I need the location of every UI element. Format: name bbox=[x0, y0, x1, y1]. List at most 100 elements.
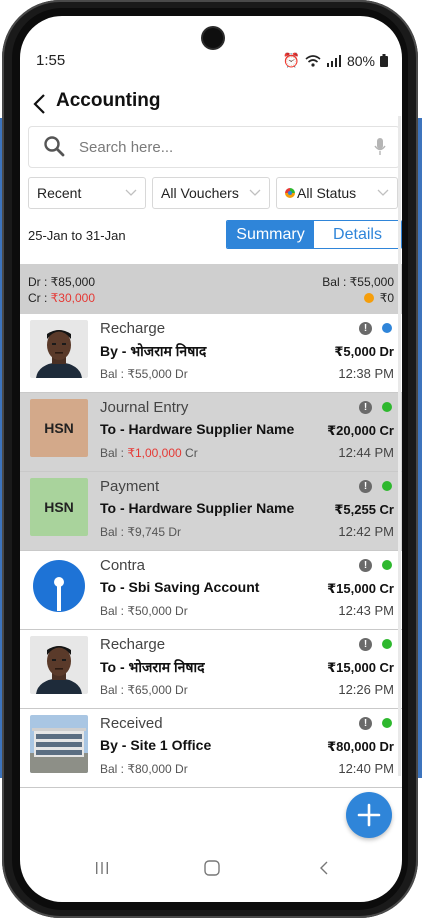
info-icon[interactable]: ! bbox=[359, 322, 372, 335]
search-bar bbox=[28, 126, 400, 168]
transaction-balance: Bal : ₹55,000 Dr bbox=[100, 367, 188, 381]
status-dot-icon bbox=[382, 560, 392, 570]
summary-debit-label: Dr : bbox=[28, 275, 51, 289]
status-dot-icon bbox=[382, 402, 392, 412]
transaction-row[interactable]: Contra To - Sbi Saving Account Bal : ₹50,0… bbox=[20, 551, 402, 630]
transaction-amount: ₹5,000 Dr bbox=[334, 344, 394, 359]
search-input[interactable] bbox=[77, 136, 361, 158]
vouchers-dropdown[interactable]: All Vouchers bbox=[152, 177, 270, 209]
status-dropdown-label: All Status bbox=[297, 185, 357, 201]
transaction-row[interactable]: Received By - Site 1 Office Bal : ₹80,000 … bbox=[20, 709, 402, 788]
transaction-amount: ₹15,000 Cr bbox=[327, 660, 394, 675]
balance-amount: ₹1,00,000 bbox=[127, 446, 182, 460]
transaction-party: By - भोजराम निषाद bbox=[100, 343, 207, 359]
tab-details[interactable]: Details bbox=[314, 221, 401, 248]
status-time: 1:55 bbox=[36, 52, 66, 69]
balance-label: Bal : bbox=[100, 525, 128, 539]
sort-dropdown-label: Recent bbox=[37, 185, 82, 201]
person-photo-icon bbox=[30, 636, 88, 694]
transaction-row[interactable]: HSN Journal Entry To - Hardware Supplier N… bbox=[20, 393, 402, 472]
home-icon[interactable] bbox=[204, 860, 220, 876]
wifi-icon bbox=[305, 54, 321, 67]
battery-icon bbox=[380, 54, 388, 67]
summary-pending-value: ₹0 bbox=[379, 291, 394, 305]
transaction-balance: Bal : ₹9,745 Dr bbox=[100, 525, 181, 539]
transaction-row[interactable]: HSN Payment To - Hardware Supplier Name Bal… bbox=[20, 472, 402, 551]
sbi-logo-icon bbox=[30, 557, 88, 615]
transaction-row[interactable]: Recharge To - भोजराम निषाद Bal : ₹65,000 D… bbox=[20, 630, 402, 709]
system-back-icon[interactable] bbox=[316, 860, 332, 876]
transaction-avatar bbox=[30, 636, 88, 694]
transaction-time: 12:26 PM bbox=[338, 682, 394, 697]
status-dot-icon bbox=[382, 323, 392, 333]
balance-suffix: Dr bbox=[171, 762, 188, 776]
info-icon[interactable]: ! bbox=[359, 559, 372, 572]
page-title: Accounting bbox=[56, 90, 161, 111]
transaction-type: Recharge bbox=[100, 320, 166, 337]
balance-suffix: Cr bbox=[181, 446, 198, 460]
summary-bar: Dr : ₹85,000 Cr : ₹30,000 Bal : ₹55,000 … bbox=[20, 264, 402, 314]
system-nav-bar bbox=[20, 852, 402, 902]
transaction-type: Recharge bbox=[100, 636, 166, 653]
transaction-party: To - Hardware Supplier Name bbox=[100, 421, 295, 437]
app-bar: Accounting bbox=[20, 88, 402, 118]
transaction-party: To - Sbi Saving Account bbox=[100, 579, 260, 595]
transaction-time: 12:40 PM bbox=[338, 761, 394, 776]
hsn-badge: HSN bbox=[30, 478, 88, 536]
balance-label: Bal : bbox=[100, 367, 128, 381]
balance-suffix: Dr bbox=[171, 604, 188, 618]
transaction-amount: ₹5,255 Cr bbox=[334, 502, 394, 517]
transaction-balance: Bal : ₹50,000 Dr bbox=[100, 604, 188, 618]
balance-amount: ₹50,000 bbox=[127, 604, 172, 618]
battery-percent: 80% bbox=[346, 52, 375, 69]
transaction-balance: Bal : ₹1,00,000 Cr bbox=[100, 446, 198, 460]
info-icon[interactable]: ! bbox=[359, 480, 372, 493]
scrollbar[interactable] bbox=[398, 116, 401, 776]
transaction-type: Received bbox=[100, 715, 163, 732]
phone-screen: 1:55 ⏰ 80% Accounting Recent All Voucher… bbox=[20, 16, 402, 902]
balance-label: Bal : bbox=[100, 604, 128, 618]
transaction-party: To - Hardware Supplier Name bbox=[100, 500, 295, 516]
microphone-icon[interactable] bbox=[373, 137, 387, 157]
summary-balance-value: ₹55,000 bbox=[349, 275, 394, 289]
status-bar: 1:55 ⏰ 80% bbox=[20, 52, 402, 72]
tab-summary[interactable]: Summary bbox=[227, 221, 314, 248]
add-button[interactable] bbox=[346, 792, 392, 838]
back-arrow-icon[interactable] bbox=[32, 92, 48, 116]
balance-suffix: Dr bbox=[171, 683, 188, 697]
info-icon[interactable]: ! bbox=[359, 717, 372, 730]
hsn-badge: HSN bbox=[30, 399, 88, 457]
transaction-party: To - भोजराम निषाद bbox=[100, 659, 205, 675]
filter-row: Recent All Vouchers All Status bbox=[28, 177, 400, 209]
transaction-row[interactable]: Recharge By - भोजराम निषाद Bal : ₹55,000 D… bbox=[20, 314, 402, 393]
summary-credit-label: Cr : bbox=[28, 291, 51, 305]
balance-label: Bal : bbox=[100, 762, 128, 776]
summary-debit-value: ₹85,000 bbox=[50, 275, 96, 289]
balance-suffix: Dr bbox=[165, 525, 182, 539]
transaction-type: Payment bbox=[100, 478, 160, 495]
transaction-avatar: HSN bbox=[30, 478, 88, 536]
chevron-down-icon bbox=[377, 189, 389, 196]
balance-amount: ₹65,000 bbox=[127, 683, 172, 697]
info-icon[interactable]: ! bbox=[359, 401, 372, 414]
transaction-time: 12:38 PM bbox=[338, 366, 394, 381]
transaction-amount: ₹20,000 Cr bbox=[327, 423, 394, 438]
summary-balance-label: Bal : bbox=[322, 275, 350, 289]
transaction-time: 12:44 PM bbox=[338, 445, 394, 460]
status-dropdown[interactable]: All Status bbox=[276, 177, 398, 209]
balance-label: Bal : bbox=[100, 683, 128, 697]
person-photo-icon bbox=[30, 320, 88, 378]
transaction-avatar bbox=[30, 557, 88, 615]
info-icon[interactable]: ! bbox=[359, 638, 372, 651]
balance-label: Bal : bbox=[100, 446, 128, 460]
date-range[interactable]: 25-Jan to 31-Jan bbox=[28, 228, 126, 243]
multicolor-status-icon bbox=[285, 188, 295, 198]
sort-dropdown[interactable]: Recent bbox=[28, 177, 146, 209]
recent-apps-icon[interactable] bbox=[94, 860, 110, 876]
transaction-time: 12:42 PM bbox=[338, 524, 394, 539]
summary-credit: Cr : ₹30,000 bbox=[28, 291, 95, 305]
transaction-balance: Bal : ₹80,000 Dr bbox=[100, 762, 188, 776]
summary-credit-value: ₹30,000 bbox=[50, 291, 96, 305]
view-toggle: Summary Details bbox=[226, 220, 402, 249]
transaction-avatar bbox=[30, 320, 88, 378]
